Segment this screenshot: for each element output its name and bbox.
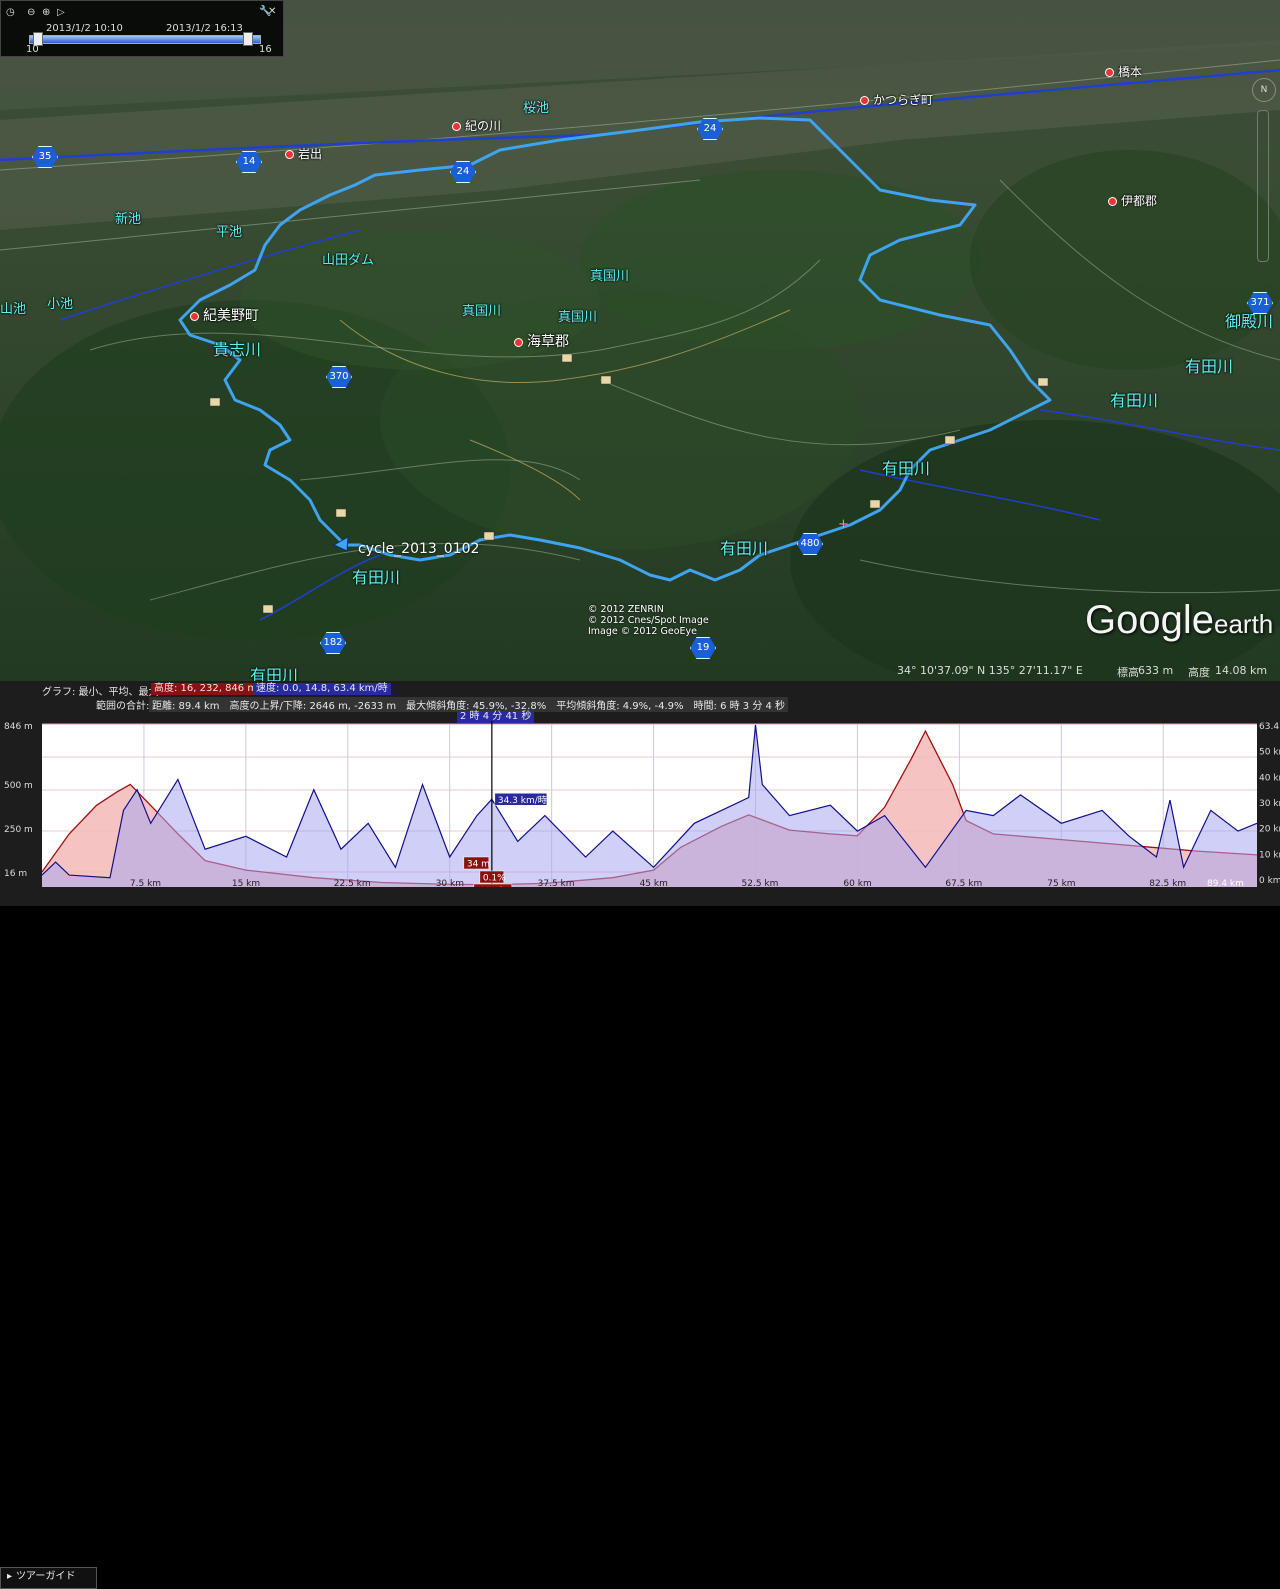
place-name: 紀美野町 <box>203 308 259 324</box>
right-axis-label: 10 km <box>1259 850 1280 860</box>
x-tick-label: 67.5 km <box>945 879 982 887</box>
place-pin-icon <box>1108 197 1117 206</box>
tour-guide-button[interactable]: ▸ ツアーガイド <box>0 1567 97 1589</box>
svg-text:+: + <box>838 517 849 532</box>
time-range-bar[interactable] <box>29 35 261 44</box>
right-axis-label: 63.4 <box>1259 722 1279 732</box>
place-pin-icon <box>860 96 869 105</box>
place-label[interactable]: 海草郡 <box>514 331 569 351</box>
elevation-label: 標高 <box>1117 666 1139 679</box>
place-name: 橋本 <box>1118 65 1143 79</box>
river-label: 真国川 <box>590 269 630 284</box>
left-axis-label: 16 m <box>4 869 27 879</box>
right-axis-label: 40 km <box>1259 773 1280 783</box>
time-slider[interactable]: ◷ ⊖ ⊕ ▷ 🔧 ✕ 2013/1/2 10:10 2013/1/2 16:1… <box>0 0 284 57</box>
elevation-value: 633 m <box>1138 664 1174 677</box>
expand-icon: ▸ <box>7 1571 13 1582</box>
cursor-elevation: 34 m <box>467 860 490 870</box>
river-label: 山池 <box>0 302 27 317</box>
time-start: 2013/1/2 10:10 <box>46 23 123 34</box>
left-axis-label: 846 m <box>4 722 33 732</box>
river-label: 有田川 <box>352 568 401 587</box>
river-label: 有田川 <box>1185 357 1234 376</box>
left-axis-label: 250 m <box>4 825 33 835</box>
place-pin-icon <box>285 150 294 159</box>
river-label: 真国川 <box>558 310 598 325</box>
river-label: 真国川 <box>462 304 502 319</box>
cursor-grade: 0.1% <box>483 874 506 884</box>
place-label[interactable]: 橋本 <box>1105 63 1142 80</box>
river-label: 貴志川 <box>213 340 262 359</box>
place-pin-icon <box>452 122 461 131</box>
cursor-speed: 34.3 km/時 <box>498 795 547 806</box>
right-axis-label: 0 km <box>1259 876 1280 886</box>
compass-icon[interactable]: N <box>1252 78 1276 102</box>
clock-icon[interactable]: ◷ <box>6 7 15 18</box>
zoom-out-icon[interactable]: ⊖ <box>27 7 35 18</box>
x-tick-label: 82.5 km <box>1149 879 1186 887</box>
place-name: 伊都郡 <box>1121 194 1158 208</box>
google-earth-logo: Googleearth <box>1085 598 1274 642</box>
river-label: 山田ダム <box>322 253 375 268</box>
x-tick-label: 45 km <box>640 879 668 887</box>
time-end: 2013/1/2 16:13 <box>166 23 243 34</box>
elevation-profile-panel[interactable]: グラフ: 最小、平均、最大 高度: 16, 232, 846 m 速度: 0.0… <box>0 681 1280 1589</box>
terrain-imagery: + <box>0 0 1280 681</box>
x-tick-label: 7.5 km <box>130 879 161 887</box>
river-label: 有田川 <box>882 459 931 478</box>
place-label[interactable]: 紀の川 <box>452 117 501 134</box>
river-label: 有田川 <box>1110 391 1159 410</box>
left-axis-label: 500 m <box>4 781 33 791</box>
place-name: 紀の川 <box>465 119 502 133</box>
altitude-label: 高度 <box>1188 666 1210 679</box>
copyright-line: © 2012 Cnes/Spot Image <box>588 615 709 626</box>
place-name: 海草郡 <box>527 334 569 350</box>
place-label[interactable]: かつらぎ町 <box>860 91 933 108</box>
time-min: 10 <box>26 44 39 55</box>
place-label[interactable]: 伊都郡 <box>1108 192 1157 209</box>
x-tick-label: 22.5 km <box>334 879 371 887</box>
place-name: かつらぎ町 <box>873 93 934 107</box>
x-tick-label: 30 km <box>436 879 464 887</box>
right-axis-label: 30 km <box>1259 799 1280 809</box>
river-label: 平池 <box>216 225 243 240</box>
map-view[interactable]: + ◷ ⊖ ⊕ ▷ 🔧 ✕ 2013/1/2 10:10 2013/1/2 16… <box>0 0 1280 681</box>
place-pin-icon <box>190 311 199 321</box>
play-icon[interactable]: ▷ <box>57 7 65 18</box>
zoom-slider[interactable] <box>1257 110 1269 262</box>
copyright-notice: © 2012 ZENRIN © 2012 Cnes/Spot Image Ima… <box>588 604 709 637</box>
place-label[interactable]: 紀美野町 <box>190 305 259 325</box>
river-label: 小池 <box>47 297 74 312</box>
x-tick-label: 15 km <box>232 879 260 887</box>
close-icon[interactable]: ✕ <box>268 6 276 17</box>
place-label[interactable]: 岩出 <box>285 145 322 162</box>
x-tick-label: 52.5 km <box>742 879 779 887</box>
copyright-line: Image © 2012 GeoEye <box>588 626 697 637</box>
x-tick-label: 37.5 km <box>538 879 575 887</box>
x-tick-label: 89.4 km <box>1207 879 1244 887</box>
zoom-in-icon[interactable]: ⊕ <box>42 7 50 18</box>
river-label: 新池 <box>115 212 142 227</box>
profile-chart[interactable]: 846 m 500 m 250 m 16 m 63.4 50 km 40 km 30 km 20… <box>0 681 1280 887</box>
status-bar: 34° 10'37.09" N 135° 27'11.17" E 標高 633 … <box>0 661 1280 681</box>
right-axis-label: 20 km <box>1259 825 1280 835</box>
river-label: 有田川 <box>720 539 769 558</box>
altitude-value: 14.08 km <box>1215 664 1268 677</box>
right-axis-label: 50 km <box>1259 748 1280 758</box>
track-label[interactable]: cycle_2013_0102 <box>358 541 479 557</box>
x-tick-label: 75 km <box>1047 879 1075 887</box>
x-tick-label: 60 km <box>843 879 871 887</box>
river-label: 桜池 <box>523 101 550 116</box>
place-pin-icon <box>514 337 523 347</box>
tour-guide-label: ツアーガイド <box>16 1571 76 1582</box>
range-end-handle[interactable] <box>243 32 253 46</box>
coordinates: 34° 10'37.09" N 135° 27'11.17" E <box>897 664 1083 677</box>
place-pin-icon <box>1105 68 1114 77</box>
place-name: 岩出 <box>298 147 323 161</box>
time-max: 16 <box>259 44 272 55</box>
cursor-distance: 33.1 km <box>477 887 514 888</box>
copyright-line: © 2012 ZENRIN <box>588 604 664 615</box>
